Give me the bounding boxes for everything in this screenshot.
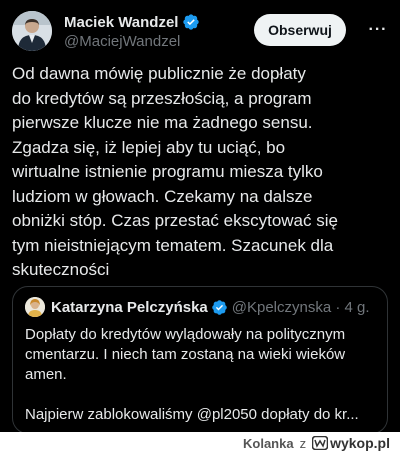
follow-button[interactable]: Obserwuj [254, 14, 346, 46]
verified-badge-icon [183, 14, 200, 30]
uploader-name: Kolanka [243, 435, 294, 451]
author-name[interactable]: Maciek Wandzel [64, 14, 178, 31]
separator: z [299, 435, 307, 451]
site-logo: wykop.pl [312, 435, 390, 451]
tweet-text: Od dawna mówię publicznie że dopłaty do … [12, 64, 338, 279]
quoted-handle-time[interactable]: @Kpelczynska · 4 g. [232, 299, 370, 316]
verified-badge-icon [212, 299, 227, 315]
author-handle[interactable]: @MaciejWandzel [64, 33, 180, 50]
tweet-card: Maciek Wandzel @MaciejWandzel Obserwuj ·… [0, 0, 400, 434]
quoted-tweet[interactable]: Katarzyna Pelczyńska @Kpelczynska · 4 g.… [12, 286, 388, 434]
site-name: wykop.pl [330, 435, 390, 451]
quoted-author-name[interactable]: Katarzyna Pelczyńska [51, 299, 208, 316]
quoted-header: Katarzyna Pelczyńska @Kpelczynska · 4 g. [25, 297, 370, 317]
more-options-icon[interactable]: ··· [366, 18, 390, 42]
quoted-text: Dopłaty do kredytów wylądowały na polity… [25, 326, 359, 423]
quoted-author-avatar[interactable] [25, 297, 45, 317]
wykop-logo-icon [312, 436, 329, 450]
author-name-row: Maciek Wandzel [64, 12, 200, 32]
watermark-bar: Kolanka z wykop.pl [0, 432, 400, 454]
author-avatar[interactable] [12, 11, 52, 51]
